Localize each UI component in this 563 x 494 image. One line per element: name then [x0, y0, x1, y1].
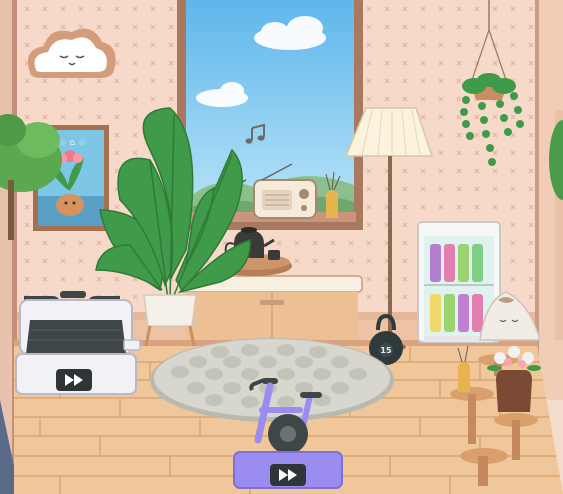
treadmill-play-button[interactable] [56, 369, 92, 391]
play-forward-icon [56, 369, 92, 391]
room-illustration: ≈ ♧ ⌂ ♧ 15 [0, 0, 563, 494]
play-forward-icon [270, 464, 306, 486]
kettlebell-weight-label: 15 [380, 346, 392, 355]
bike-play-button[interactable] [270, 464, 306, 486]
room-scene: ≈ ♧ ⌂ ♧ 15 [0, 0, 563, 494]
